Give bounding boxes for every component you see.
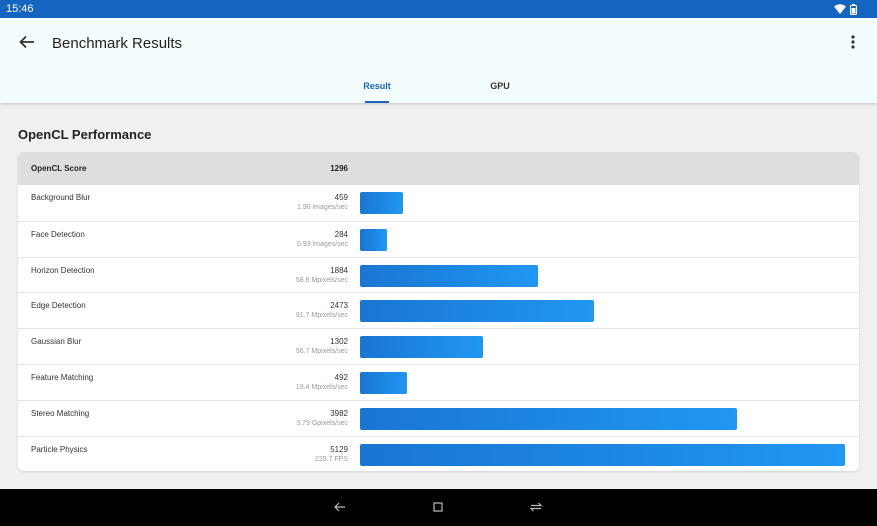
result-row: Gaussian Blur 1302 56.7 Mpixels/sec <box>18 328 859 364</box>
test-name: Gaussian Blur <box>31 337 82 347</box>
score-bar <box>360 264 538 287</box>
status-time: 15:46 <box>6 3 34 15</box>
summary-label: OpenCL Score <box>31 164 87 173</box>
more-options-button[interactable] <box>845 31 861 57</box>
nav-back-icon <box>334 499 346 517</box>
test-name: Feature Matching <box>31 373 94 382</box>
nav-home-button[interactable] <box>428 498 448 518</box>
results-card: OpenCL Score 1296 Background Blur 459 1.90… <box>18 152 859 471</box>
test-throughput: 58.6 Mpixels/sec <box>295 276 348 284</box>
tab-result-label: Result <box>363 81 391 91</box>
test-name: Face Detection <box>31 229 85 239</box>
score-bar <box>360 192 403 214</box>
result-row: Particle Physics 5129 225.7 FPS <box>18 435 859 471</box>
result-row: Background Blur 459 1.90 images/sec <box>18 185 859 221</box>
score-bar <box>360 336 483 359</box>
nav-back-button[interactable] <box>330 498 350 518</box>
result-row: Feature Matching 492 19.4 Mpixels/sec <box>18 364 859 400</box>
result-row: Stereo Matching 3982 3.79 Gpixels/sec <box>18 399 859 436</box>
test-throughput: 1.90 images/sec <box>297 204 348 211</box>
test-score: 5129 <box>330 444 348 454</box>
result-row: Face Detection 284 0.93 images/sec <box>18 220 859 257</box>
summary-row: OpenCL Score 1296 <box>18 152 859 185</box>
back-button[interactable] <box>14 31 40 57</box>
test-throughput: 91.7 Mpixels/sec <box>295 312 348 320</box>
arrow-left-icon <box>19 35 35 54</box>
result-row: Horizon Detection 1884 58.6 Mpixels/sec <box>18 256 859 293</box>
test-name: Edge Detection <box>31 301 86 311</box>
test-throughput: 19.4 Mpixels/sec <box>295 384 348 391</box>
score-bar <box>360 228 387 251</box>
nav-recents-button[interactable] <box>526 498 546 518</box>
test-name: Horizon Detection <box>31 265 95 275</box>
test-name: Background Blur <box>31 193 91 202</box>
score-bar <box>360 300 594 323</box>
test-score: 1302 <box>330 337 348 347</box>
battery-icon <box>850 3 857 15</box>
nav-recents-icon <box>529 499 543 517</box>
test-name: Particle Physics <box>31 444 88 454</box>
tab-gpu[interactable]: GPU <box>470 73 530 103</box>
test-score: 2473 <box>330 301 348 311</box>
nav-home-icon <box>433 499 443 517</box>
navigation-bar <box>0 489 877 526</box>
status-bar: 15:46 <box>0 0 877 18</box>
test-score: 1884 <box>330 265 348 275</box>
result-row: Edge Detection 2473 91.7 Mpixels/sec <box>18 292 859 328</box>
summary-score: 1296 <box>330 164 348 173</box>
score-bar <box>360 372 407 394</box>
test-name: Stereo Matching <box>31 408 90 418</box>
test-score: 492 <box>334 373 348 382</box>
test-throughput: 225.7 FPS <box>314 455 348 463</box>
test-score: 459 <box>334 193 348 202</box>
test-score: 3982 <box>330 408 348 418</box>
score-bar <box>360 407 737 430</box>
score-bar <box>360 443 845 466</box>
test-throughput: 56.7 Mpixels/sec <box>295 348 348 356</box>
more-vert-icon <box>851 34 855 54</box>
page-title: Benchmark Results <box>52 35 183 52</box>
tab-gpu-label: GPU <box>490 81 510 91</box>
test-score: 284 <box>334 229 348 239</box>
tab-result[interactable]: Result <box>345 73 409 103</box>
app-bar: Benchmark Results Result GPU <box>0 18 877 103</box>
tab-indicator <box>365 101 389 103</box>
test-throughput: 3.79 Gpixels/sec <box>296 419 348 427</box>
section-title: OpenCL Performance <box>18 127 152 142</box>
test-throughput: 0.93 images/sec <box>297 240 348 248</box>
wifi-icon <box>834 4 846 14</box>
